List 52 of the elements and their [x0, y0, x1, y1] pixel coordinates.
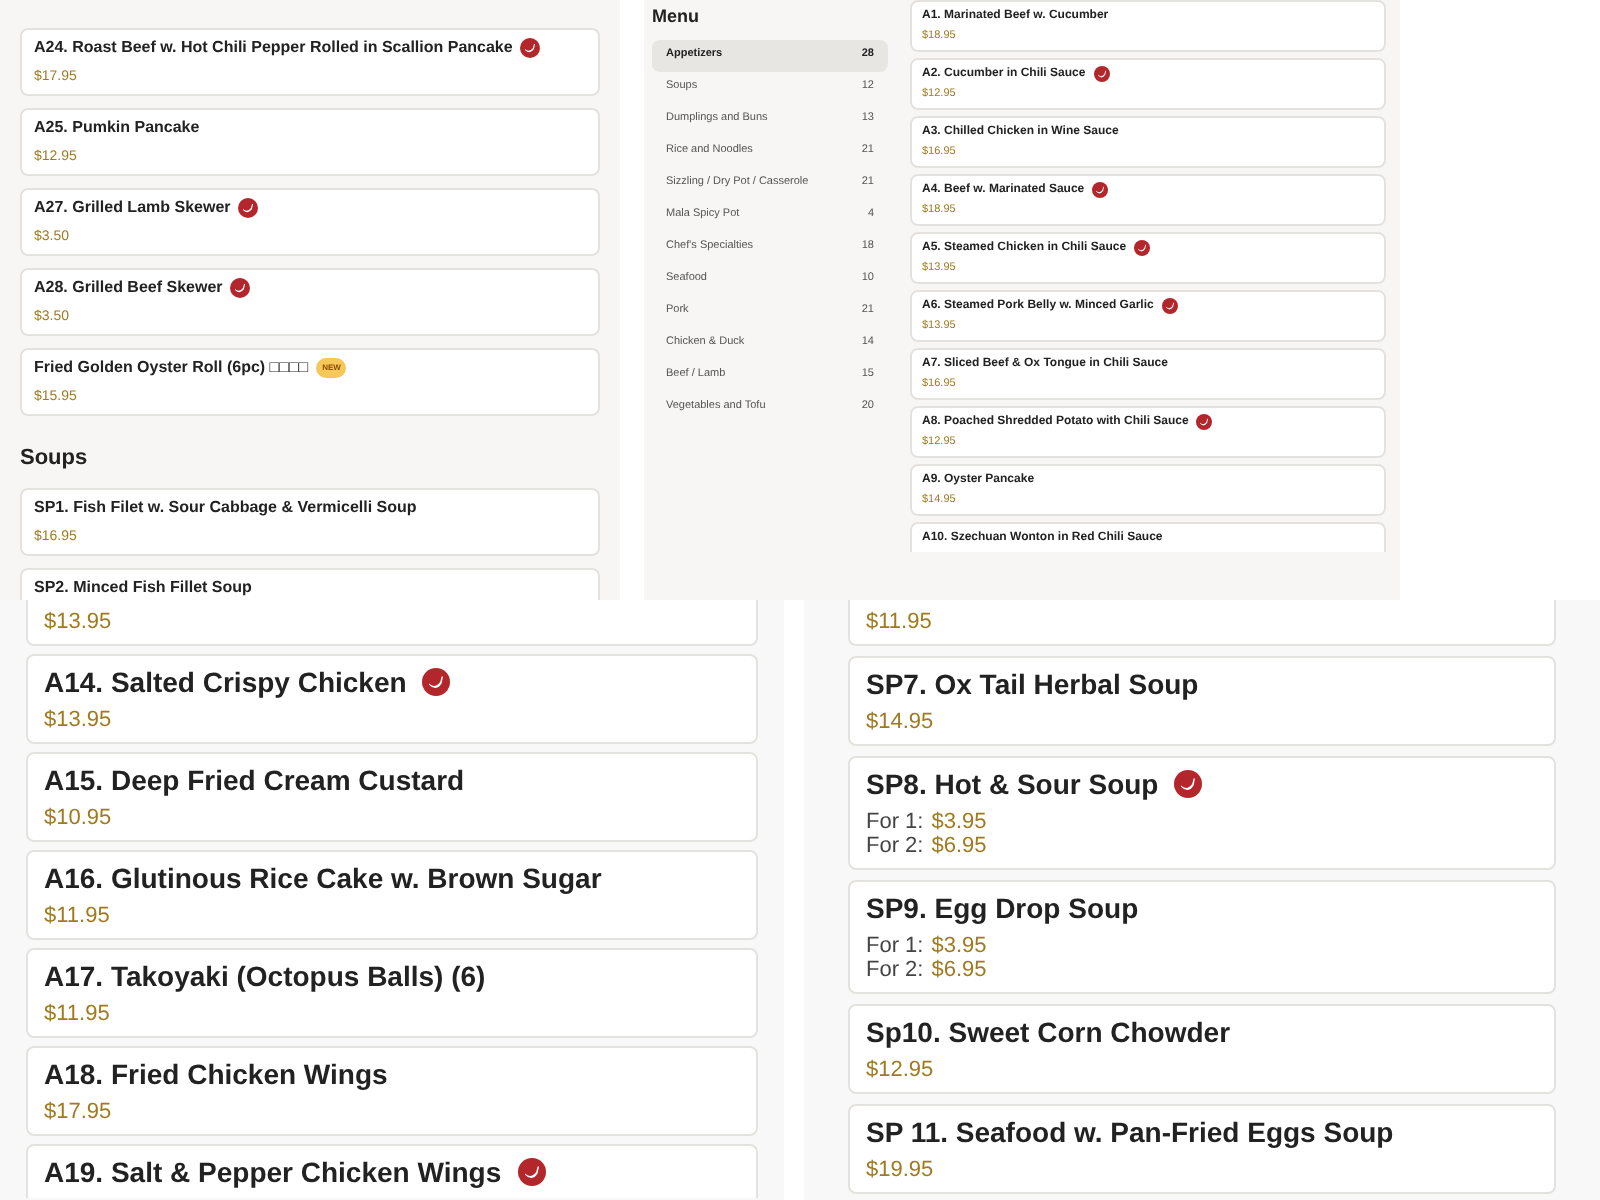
item-name: A15. Deep Fried Cream Custard [44, 764, 465, 796]
menu-item-card[interactable]: A18. Fried Chicken Wings $17.95 [26, 1046, 758, 1136]
item-name: A28. Grilled Beef Skewer [34, 278, 223, 298]
item-name: SP7. Ox Tail Herbal Soup [866, 668, 1199, 700]
item-price: $3.95 [931, 934, 987, 958]
menu-item-card[interactable]: A19. Salt & Pepper Chicken Wings [26, 1144, 758, 1198]
item-price: $13.95 [44, 708, 112, 732]
item-price: $13.95 [44, 610, 112, 634]
item-price: $17.95 [44, 1100, 112, 1124]
item-name: A24. Roast Beef w. Hot Chili Pepper Rolled in Scallion Pancake [34, 38, 513, 58]
item-price: $11.95 [866, 610, 932, 634]
menu-item-card[interactable]: SP7. Ox Tail Herbal Soup $14.95 [848, 656, 1556, 746]
item-name: A25. Pumkin Pancake [34, 118, 200, 138]
section-heading: Soups [20, 444, 90, 474]
menu-item-card[interactable]: A16. Glutinous Rice Cake w. Brown Sugar $11.95 [26, 850, 758, 940]
price-label: For 1: [866, 810, 924, 834]
item-name: Sp10. Sweet Corn Chowder [866, 1016, 1231, 1048]
item-name: SP1. Fish Filet w. Sour Cabbage & Vermicelli Soup [34, 498, 417, 518]
menu-item-card[interactable]: SP 11. Seafood w. Pan-Fried Eggs Soup $19.95 [848, 1104, 1556, 1194]
item-name: A16. Glutinous Rice Cake w. Brown Sugar [44, 862, 602, 894]
menu-item-card[interactable]: A14. Salted Crispy Chicken $13.95 [26, 654, 758, 744]
item-price: $11.95 [44, 904, 110, 928]
item-name: SP9. Egg Drop Soup [866, 892, 1139, 924]
price-label: For 1: [866, 934, 924, 958]
menu-item-card[interactable]: SP9. Egg Drop Soup For 1: $3.95 For 2: $6.95 [848, 880, 1556, 994]
menu-item-card[interactable]: Sp10. Sweet Corn Chowder $12.95 [848, 1004, 1556, 1094]
item-price: $6.95 [931, 958, 987, 982]
item-name: A19. Salt & Pepper Chicken Wings [44, 1156, 502, 1188]
menu-item-card[interactable]: A17. Takoyaki (Octopus Balls) (6) $11.95 [26, 948, 758, 1038]
menu-item-card[interactable]: $11.95 [848, 600, 1556, 646]
item-name: A17. Takoyaki (Octopus Balls) (6) [44, 960, 486, 992]
item-name: A14. Salted Crispy Chicken [44, 666, 407, 698]
item-name: SP8. Hot & Sour Soup [866, 768, 1159, 800]
sidebar-title: Menu [652, 4, 701, 30]
item-name: A27. Grilled Lamb Skewer [34, 198, 231, 218]
item-price: $14.95 [866, 710, 934, 734]
menu-item-card[interactable]: SP8. Hot & Sour Soup For 1: $3.95 For 2: $6.95 [848, 756, 1556, 870]
item-price: $6.95 [931, 834, 987, 858]
price-label: For 2: [866, 834, 924, 858]
menu-item-card[interactable]: SP2. Minced Fish Fillet Soup [20, 568, 600, 600]
menu-item-card[interactable]: $13.95 [26, 600, 758, 646]
price-label: For 2: [866, 958, 924, 982]
item-price: $3.95 [931, 810, 987, 834]
item-name: SP2. Minced Fish Fillet Soup [34, 578, 252, 598]
item-price: $12.95 [866, 1058, 934, 1082]
item-price: $19.95 [866, 1158, 934, 1182]
item-name: Fried Golden Oyster Roll (6pc) □□□□ [34, 358, 309, 378]
menu-item-card[interactable]: A15. Deep Fried Cream Custard $10.95 [26, 752, 758, 842]
item-name: A18. Fried Chicken Wings [44, 1058, 388, 1090]
item-price: $10.95 [44, 806, 112, 830]
item-price: $11.95 [44, 1002, 110, 1026]
item-name: SP 11. Seafood w. Pan-Fried Eggs Soup [866, 1116, 1394, 1148]
